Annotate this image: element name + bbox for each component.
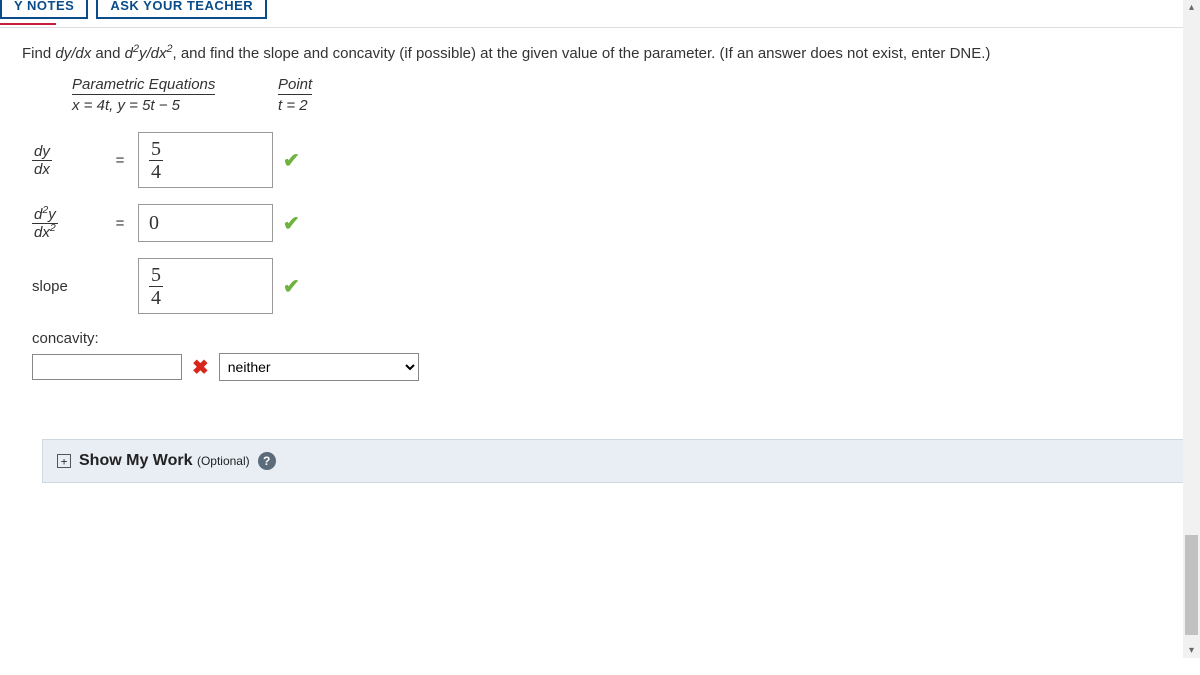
eq-x-rhs: 4t bbox=[97, 97, 110, 114]
question-area: Find dy/dx and d2y/dx2, and find the slo… bbox=[0, 42, 1200, 483]
show-work-main: Show My Work bbox=[79, 452, 193, 469]
dydx-den: 4 bbox=[149, 161, 163, 182]
show-work-title: Show My Work (Optional) bbox=[79, 452, 250, 470]
d2y-den: dx bbox=[34, 224, 50, 241]
eq-sign-1: = bbox=[80, 97, 97, 114]
scroll-track[interactable] bbox=[1183, 15, 1200, 643]
d2ydx2-row: d2y dx2 = 0 ✔ bbox=[32, 204, 1200, 242]
dydx-row: dy dx = 5 4 ✔ bbox=[32, 132, 1200, 188]
dydx-label: dy dx bbox=[32, 144, 102, 177]
eq-sign-d2ydx2: = bbox=[112, 215, 128, 232]
red-divider bbox=[0, 23, 56, 25]
eq-y-lhs: y bbox=[117, 97, 125, 114]
eq-sign-dydx: = bbox=[112, 152, 128, 169]
slope-num: 5 bbox=[149, 265, 163, 287]
expand-icon: + bbox=[57, 454, 71, 468]
scroll-thumb[interactable] bbox=[1185, 535, 1198, 635]
dydx-num: 5 bbox=[149, 139, 163, 161]
my-notes-button[interactable]: Y NOTES bbox=[0, 0, 88, 19]
help-icon[interactable]: ? bbox=[258, 452, 276, 470]
slope-row: slope 5 4 ✔ bbox=[32, 258, 1200, 314]
d2y-b: y bbox=[48, 206, 56, 223]
concavity-select[interactable]: neither bbox=[219, 353, 419, 381]
prompt-d2ydx2: d2y/dx2 bbox=[125, 45, 173, 62]
prompt-dydx: dy/dx bbox=[55, 45, 91, 62]
d2ydx2-answer-box[interactable]: 0 bbox=[138, 204, 273, 242]
parametric-eq-cell: x = 4t, y = 5t − 5 bbox=[72, 95, 252, 114]
eq-sign-3: = bbox=[282, 97, 299, 114]
check-icon: ✔ bbox=[283, 274, 300, 299]
d2y-sup2: 2 bbox=[50, 222, 56, 234]
pt-rhs: 2 bbox=[299, 97, 307, 114]
header-point: Point bbox=[278, 76, 312, 95]
gray-divider bbox=[0, 27, 1200, 28]
dy-num: dy bbox=[32, 144, 52, 161]
vertical-scrollbar[interactable]: ▴ ▾ bbox=[1183, 0, 1200, 658]
d2-b: y/dx bbox=[139, 45, 167, 62]
point-cell: t = 2 bbox=[278, 95, 348, 114]
show-work-optional: (Optional) bbox=[197, 454, 250, 468]
d2ydx2-val: 0 bbox=[149, 212, 159, 235]
concavity-label: concavity: bbox=[32, 330, 1200, 347]
header-parametric: Parametric Equations bbox=[72, 76, 215, 95]
check-icon: ✔ bbox=[283, 211, 300, 236]
show-my-work-panel[interactable]: + Show My Work (Optional) ? bbox=[42, 439, 1191, 483]
dydx-answer-box[interactable]: 5 4 bbox=[138, 132, 273, 188]
table-header-row: Parametric Equations Point bbox=[72, 76, 1200, 95]
top-button-row: Y NOTES ASK YOUR TEACHER bbox=[0, 0, 1200, 23]
viewport: Y NOTES ASK YOUR TEACHER Find dy/dx and … bbox=[0, 0, 1200, 675]
prompt-suffix: , and find the slope and concavity (if p… bbox=[172, 45, 990, 62]
prompt-prefix: Find bbox=[22, 45, 55, 62]
x-icon: ✖ bbox=[192, 355, 209, 380]
ask-teacher-button[interactable]: ASK YOUR TEACHER bbox=[96, 0, 267, 19]
eq-y-rhs: 5t − 5 bbox=[142, 97, 180, 114]
question-prompt: Find dy/dx and d2y/dx2, and find the slo… bbox=[22, 42, 1200, 66]
d2ydx2-label: d2y dx2 bbox=[32, 207, 102, 240]
eq-sign-2: = bbox=[125, 97, 142, 114]
concavity-row: ✖ neither bbox=[32, 353, 1200, 381]
d2-a: d bbox=[125, 45, 133, 62]
eq-x-lhs: x bbox=[72, 97, 80, 114]
scroll-up-icon[interactable]: ▴ bbox=[1189, 0, 1194, 15]
slope-den: 4 bbox=[149, 287, 163, 308]
answers-block: dy dx = 5 4 ✔ bbox=[32, 132, 1200, 314]
check-icon: ✔ bbox=[283, 148, 300, 173]
equation-table: Parametric Equations Point x = 4t, y = 5… bbox=[72, 76, 1200, 114]
scroll-down-icon[interactable]: ▾ bbox=[1189, 643, 1194, 658]
dx-den: dx bbox=[32, 161, 52, 177]
slope-answer-box[interactable]: 5 4 bbox=[138, 258, 273, 314]
content: Y NOTES ASK YOUR TEACHER Find dy/dx and … bbox=[0, 0, 1200, 650]
concavity-input[interactable] bbox=[32, 354, 182, 380]
table-value-row: x = 4t, y = 5t − 5 t = 2 bbox=[72, 95, 1200, 114]
slope-label: slope bbox=[32, 278, 102, 295]
prompt-and: and bbox=[91, 45, 124, 62]
